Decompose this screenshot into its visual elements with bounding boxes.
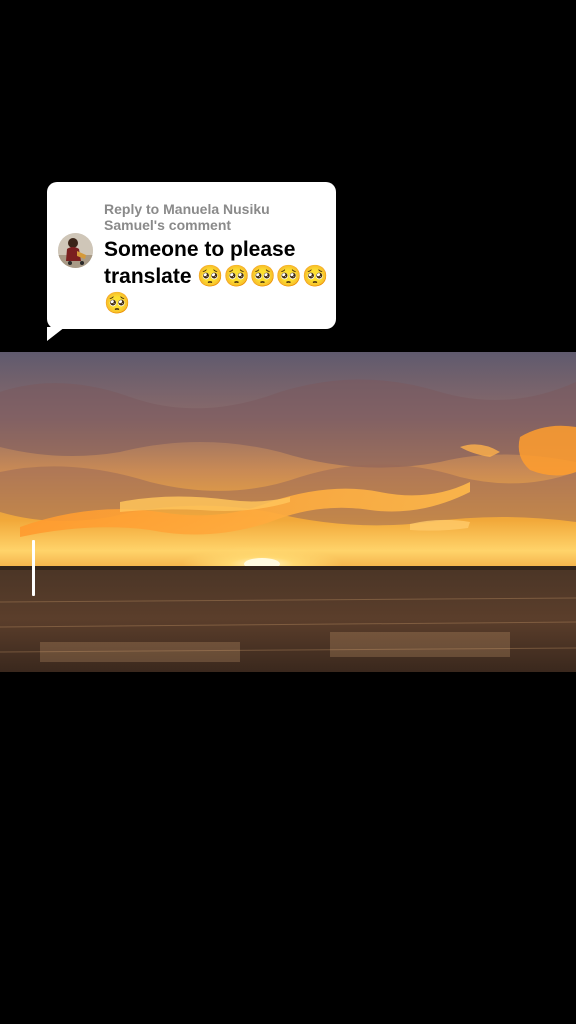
reply-to-label: Reply to Manuela Nusiku Samuel's comment [104,201,270,233]
video-frame[interactable] [0,352,576,672]
timeline-cursor[interactable] [32,540,35,596]
bubble-tail [47,327,65,341]
commenter-avatar[interactable] [58,233,93,268]
sunset-scene [0,352,576,672]
reply-comment-sticker[interactable]: Reply to Manuela Nusiku Samuel's comment… [47,182,336,341]
avatar-image [58,233,93,268]
comment-text: Someone to please translate 🥺🥺🥺🥺🥺🥺 [104,238,329,315]
